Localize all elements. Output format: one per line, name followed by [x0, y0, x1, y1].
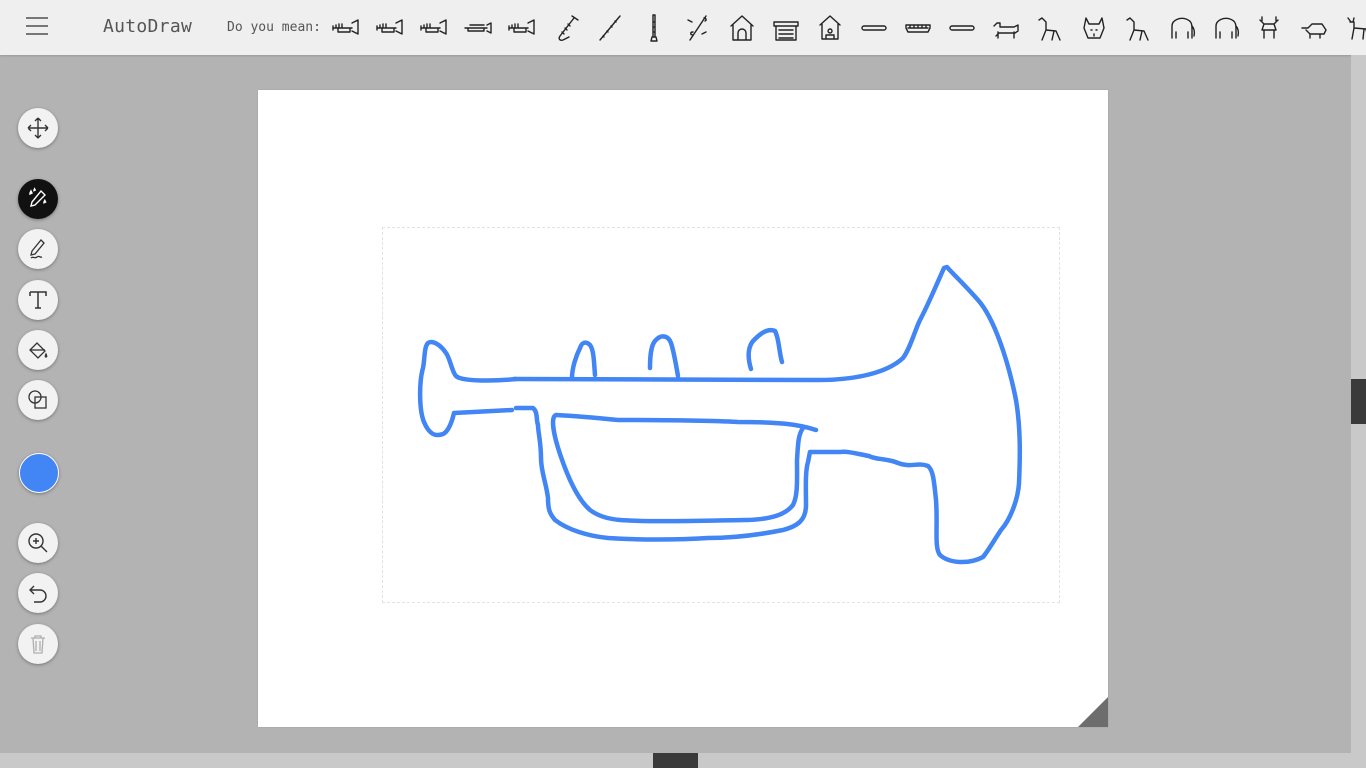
- elephant-icon: [1171, 17, 1196, 39]
- suggestion-birdhouse-button[interactable]: [814, 12, 846, 44]
- dog-icon: [1038, 17, 1061, 41]
- fill-tool-button[interactable]: [18, 330, 58, 370]
- suggestion-flute-button[interactable]: [594, 12, 626, 44]
- dachshund-icon: [993, 22, 1019, 39]
- fill-icon: [29, 342, 48, 359]
- trumpet-icon: [420, 19, 447, 35]
- suggestion-hot-dog-button[interactable]: [858, 12, 890, 44]
- suggestion-dog-button[interactable]: [1034, 12, 1066, 44]
- hot-dog-icon: [949, 25, 975, 31]
- undo-button[interactable]: [18, 573, 58, 613]
- trash-icon: [31, 635, 45, 654]
- color-picker-button[interactable]: [19, 453, 59, 493]
- app-title: AutoDraw: [103, 16, 193, 37]
- shape-icon: [28, 390, 47, 409]
- moose-icon: [1259, 16, 1279, 39]
- goat-icon: [1347, 17, 1366, 40]
- music-notes-icon: [687, 15, 707, 41]
- hot-dog-bun-icon: [905, 24, 931, 33]
- horizontal-scrollbar[interactable]: [0, 753, 1366, 768]
- suggestion-hot-dog-button[interactable]: [946, 12, 978, 44]
- flute-icon: [599, 15, 621, 41]
- elephant-icon: [1215, 17, 1240, 39]
- suggestion-barn-button[interactable]: [770, 12, 802, 44]
- zoom-button[interactable]: [18, 523, 58, 563]
- pencil-icon: [30, 239, 45, 259]
- shape-tool-button[interactable]: [18, 380, 58, 420]
- suggestion-dog-face-button[interactable]: [1078, 12, 1110, 44]
- trumpet-drawing[interactable]: [258, 90, 1108, 727]
- suggestion-trumpet-button[interactable]: [506, 12, 538, 44]
- trombone-icon: [464, 22, 492, 34]
- suggestions-label: Do you mean:: [227, 20, 321, 35]
- suggestion-elephant-button[interactable]: [1166, 12, 1198, 44]
- autodraw-icon: [29, 187, 47, 207]
- draw-tool-button[interactable]: [18, 229, 58, 269]
- saxophone-icon: [558, 15, 579, 41]
- suggestion-music-notes-button[interactable]: [682, 12, 714, 44]
- suggestion-dog-button[interactable]: [1122, 12, 1154, 44]
- type-tool-button[interactable]: [18, 280, 58, 320]
- suggestion-hot-dog-bun-button[interactable]: [902, 12, 934, 44]
- doghouse-icon: [730, 15, 754, 41]
- zoom-in-icon: [28, 533, 48, 553]
- vertical-scrollbar[interactable]: [1351, 55, 1366, 755]
- hamburger-menu-icon[interactable]: [26, 17, 48, 37]
- dog-face-icon: [1083, 17, 1105, 39]
- canvas-resize-corner[interactable]: [1078, 697, 1108, 727]
- suggestion-trombone-button[interactable]: [462, 12, 494, 44]
- barn-icon: [773, 21, 799, 41]
- birdhouse-icon: [819, 15, 841, 40]
- top-bar: AutoDraw Do you mean:: [0, 0, 1366, 55]
- hot-dog-icon: [861, 25, 887, 31]
- suggestion-trumpet-button[interactable]: [374, 12, 406, 44]
- trumpet-icon: [332, 19, 359, 35]
- suggestion-doghouse-button[interactable]: [726, 12, 758, 44]
- horizontal-scroll-thumb[interactable]: [653, 753, 698, 768]
- suggestion-anteater-button[interactable]: [1298, 12, 1330, 44]
- trumpet-icon: [376, 19, 403, 35]
- autodraw-tool-button[interactable]: [18, 179, 58, 219]
- suggestion-trumpet-button[interactable]: [330, 12, 362, 44]
- vertical-scroll-thumb[interactable]: [1351, 379, 1366, 424]
- move-icon: [27, 117, 49, 139]
- suggestion-trumpet-button[interactable]: [418, 12, 450, 44]
- move-tool-button[interactable]: [18, 108, 58, 148]
- drawing-canvas[interactable]: [258, 90, 1108, 727]
- anteater-icon: [1301, 23, 1327, 39]
- suggestion-clarinet-button[interactable]: [638, 12, 670, 44]
- dog-icon: [1126, 17, 1149, 41]
- undo-icon: [29, 585, 47, 603]
- suggestion-elephant-button[interactable]: [1210, 12, 1242, 44]
- clarinet-icon: [650, 14, 658, 42]
- text-icon: [29, 291, 47, 309]
- trumpet-icon: [508, 19, 535, 35]
- suggestion-moose-button[interactable]: [1254, 12, 1286, 44]
- delete-button[interactable]: [18, 624, 58, 664]
- suggestion-goat-button[interactable]: [1342, 12, 1366, 44]
- suggestion-dachshund-button[interactable]: [990, 12, 1022, 44]
- suggestion-saxophone-button[interactable]: [550, 12, 582, 44]
- left-toolbar: [0, 55, 80, 755]
